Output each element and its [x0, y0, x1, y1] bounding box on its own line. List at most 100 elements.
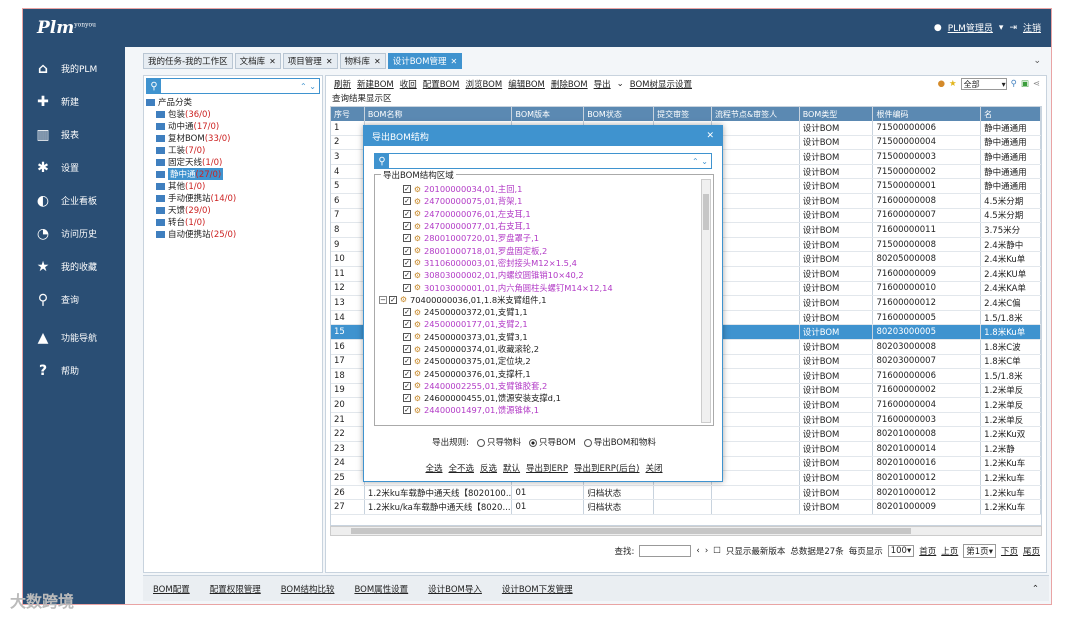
design-bom-dispatch-link[interactable]: 设计BOM下发管理 [502, 583, 573, 595]
collapse-icon[interactable]: − [379, 295, 387, 304]
bom-tree-node[interactable]: ✓ ⚙ 30803000002,01,内螺纹圆锥销10×40,2 [379, 269, 697, 281]
bom-tree-node[interactable]: ✓ ⚙ 24500000376,01,支撑杆,1 [379, 367, 697, 379]
bom-tree-node[interactable]: ✓ ⚙ 24700000075,01,背架,1 [379, 195, 697, 207]
sidebar-item-report[interactable]: ▥ 报表 [23, 118, 125, 151]
col-header[interactable]: 序号 [331, 107, 365, 121]
tree-node[interactable]: 工装(7/0) [144, 144, 322, 156]
tree-node[interactable]: 固定天线(1/0) [144, 156, 322, 168]
bom-tree-display-button[interactable]: BOM树显示设置 [630, 78, 692, 90]
design-bom-import-link[interactable]: 设计BOM导入 [428, 583, 482, 595]
invert-selection-link[interactable]: 反选 [480, 462, 497, 474]
logout-icon[interactable]: ⇥ [1009, 23, 1017, 33]
col-header[interactable]: 根件编码 [873, 107, 982, 121]
checkbox[interactable]: ✓ [403, 283, 411, 292]
export-erp-link[interactable]: 导出到ERP [526, 462, 568, 474]
tab-documents[interactable]: 文档库 ✕ [234, 53, 281, 69]
checkbox[interactable]: ✓ [403, 209, 411, 218]
export-icon[interactable]: ▣ [1021, 79, 1029, 89]
chevron-left-icon[interactable]: ‹ [696, 546, 699, 556]
sidebar-item-navigation[interactable]: ▲ 功能导航 [23, 321, 125, 354]
table-row[interactable]: 27 1.2米ku/ka车载静中通天线【8020... 01 归档状态 设计BOM 802… [331, 500, 1041, 516]
chevron-icon[interactable]: ⌃ ⌄ [300, 82, 319, 91]
dialog-search-input[interactable]: ⚲ ⌃ ⌄ [374, 153, 712, 169]
bom-tree-node[interactable]: ✓ ⚙ 28001000720,01,罗盘罩子,1 [379, 232, 697, 244]
rule-bom-radio[interactable]: 只导BOM [528, 436, 576, 448]
tree-node[interactable]: 静中通(27/0) [144, 168, 322, 180]
bom-tree-node[interactable]: ✓ ⚙ 24500000374,01,收藏滚轮,2 [379, 343, 697, 355]
export-button[interactable]: 导出 [594, 78, 611, 90]
close-link[interactable]: 关闭 [646, 462, 663, 474]
tab-my-tasks[interactable]: 我的任务-我的工作区 [143, 53, 233, 69]
chevron-right-icon[interactable]: › [705, 546, 708, 556]
sidebar-item-favorites[interactable]: ★ 我的收藏 [23, 250, 125, 283]
bom-tree-node[interactable]: ✓ ⚙ 24700000076,01,左支耳,1 [379, 208, 697, 220]
bom-tree-node[interactable]: ✓ ⚙ 24700000077,01,右支耳,1 [379, 220, 697, 232]
checkbox[interactable]: ✓ [403, 308, 411, 317]
close-icon[interactable]: ✕ [326, 57, 333, 66]
sidebar-item-help[interactable]: ? 帮助 [23, 354, 125, 387]
latest-version-checkbox[interactable]: ☐ [713, 546, 721, 556]
bom-attribute-link[interactable]: BOM属性设置 [354, 583, 408, 595]
checkbox[interactable]: ✓ [403, 406, 411, 415]
chevron-down-icon[interactable]: ⌄ [1033, 56, 1041, 66]
tab-design-bom[interactable]: 设计BOM管理 ✕ [387, 53, 463, 69]
close-icon[interactable]: ✕ [706, 131, 714, 141]
checkbox[interactable]: ✓ [403, 271, 411, 280]
chevron-up-icon[interactable]: ⌃ [1032, 584, 1039, 594]
select-all-link[interactable]: 全选 [425, 462, 442, 474]
palette-icon[interactable]: ● [938, 79, 945, 89]
close-icon[interactable]: ✕ [450, 57, 457, 66]
star-icon[interactable]: ★ [949, 79, 957, 89]
col-header[interactable]: BOM状态 [584, 107, 655, 121]
next-page-link[interactable]: 下页 [1001, 545, 1018, 557]
checkbox[interactable]: ✓ [403, 246, 411, 255]
checkbox[interactable]: ✓ [403, 369, 411, 378]
chevron-down-icon[interactable]: ▾ [999, 23, 1004, 33]
edit-bom-button[interactable]: 编辑BOM [508, 78, 545, 90]
bom-tree-node[interactable]: ✓ ⚙ 24400001497,01,馈源锥体,1 [379, 404, 697, 416]
config-permission-link[interactable]: 配置权限管理 [210, 583, 261, 595]
tree-node[interactable]: 转台(1/0) [144, 216, 322, 228]
checkbox[interactable]: ✓ [403, 197, 411, 206]
bom-tree-node[interactable]: ✓ ⚙ 24500000373,01,支臂3,1 [379, 331, 697, 343]
tab-materials[interactable]: 物料库 ✕ [339, 53, 386, 69]
tree-node[interactable]: 手动便携站(14/0) [144, 192, 322, 204]
chevron-icon[interactable]: ⌃ ⌄ [692, 157, 711, 166]
horizontal-scrollbar[interactable] [330, 526, 1042, 536]
col-header[interactable]: BOM类型 [800, 107, 874, 121]
rule-both-radio[interactable]: 导出BOM和物料 [583, 436, 656, 448]
checkbox[interactable]: ✓ [403, 185, 411, 194]
last-page-link[interactable]: 尾页 [1023, 545, 1040, 557]
bom-tree-node[interactable]: ✓ ⚙ 24600000455,01,馈源安装支撑d,1 [379, 392, 697, 404]
chevron-down-icon[interactable]: ⌄ [617, 79, 624, 89]
logout-link[interactable]: 注销 [1023, 21, 1041, 34]
share-icon[interactable]: ⋖ [1033, 79, 1040, 89]
user-menu[interactable]: PLM管理员 [948, 21, 993, 34]
checkbox[interactable]: ✓ [403, 357, 411, 366]
bom-tree-node[interactable]: ✓ ⚙ 30103000001,01,内六角圆柱头螺钉M14×12,14 [379, 281, 697, 293]
checkbox[interactable]: ✓ [403, 345, 411, 353]
col-header[interactable]: 提交审签 [654, 107, 712, 121]
tree-node[interactable]: 动中通(17/0) [144, 120, 322, 132]
col-header[interactable]: BOM版本 [512, 107, 585, 121]
tree-search-input[interactable]: ⚲ ⌃ ⌄ [146, 78, 320, 94]
bom-tree-node[interactable]: ✓ ⚙ 28001000718,01,罗盘固定板,2 [379, 244, 697, 256]
per-page-select[interactable]: 100▾ [887, 545, 915, 557]
select-none-link[interactable]: 全不选 [449, 462, 475, 474]
tree-node[interactable]: 天馈(29/0) [144, 204, 322, 216]
checkbox[interactable]: ✓ [403, 320, 411, 329]
bom-tree-node[interactable]: ✓ ⚙ 24500000177,01,支臂2,1 [379, 318, 697, 330]
checkbox[interactable]: ✓ [403, 332, 411, 341]
bom-tree-node[interactable]: − ✓ ⚙ 70400000036,01,1.8米支臂组件,1 [379, 294, 697, 306]
sidebar-item-settings[interactable]: ✱ 设置 [23, 151, 125, 184]
tree-root[interactable]: 产品分类 [144, 96, 322, 108]
checkbox[interactable]: ✓ [389, 295, 397, 304]
tab-projects[interactable]: 项目管理 ✕ [282, 53, 338, 69]
tree-node[interactable]: 其他(1/0) [144, 180, 322, 192]
export-erp-background-link[interactable]: 导出到ERP(后台) [574, 462, 640, 474]
bom-tree-node[interactable]: ✓ ⚙ 24500000372,01,支臂1,1 [379, 306, 697, 318]
close-icon[interactable]: ✕ [269, 57, 276, 66]
prev-page-link[interactable]: 上页 [941, 545, 958, 557]
sidebar-item-dashboard[interactable]: ◐ 企业看板 [23, 184, 125, 217]
vertical-scrollbar[interactable] [701, 179, 711, 423]
